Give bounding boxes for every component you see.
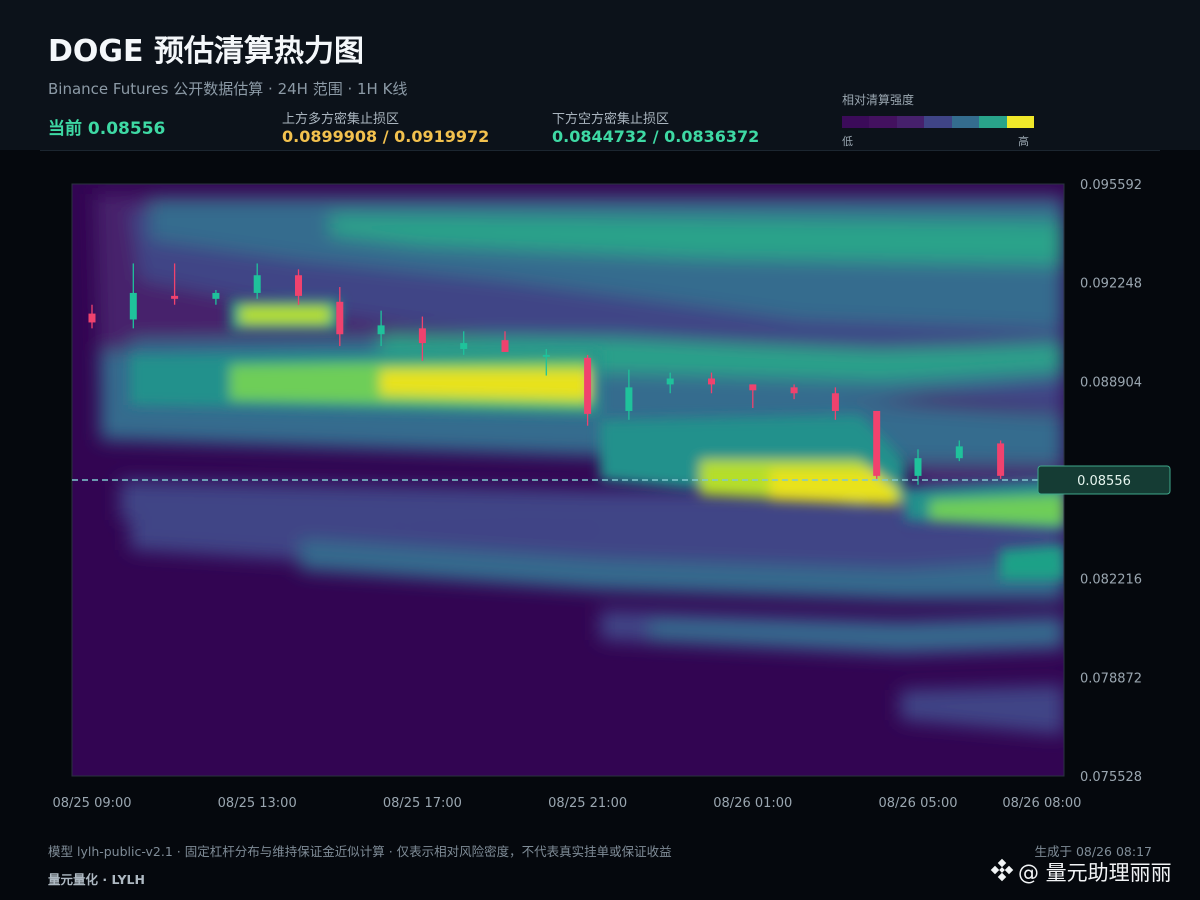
candle-body xyxy=(749,384,757,391)
x-tick-label: 08/25 21:00 xyxy=(548,796,627,811)
y-tick-label: 0.088904 xyxy=(1080,375,1142,390)
y-tick-label: 0.092248 xyxy=(1080,277,1142,292)
candle-body xyxy=(129,292,137,320)
candle-body xyxy=(295,275,302,296)
lower-zone-value: 0.0844732 / 0.0836372 xyxy=(552,127,760,146)
footer-brand: 量元量化 · LYLH xyxy=(48,872,145,887)
candle-body xyxy=(873,410,881,476)
legend-title: 相对清算强度 xyxy=(842,93,915,107)
candle-body xyxy=(253,275,261,293)
candle-body xyxy=(88,313,96,323)
x-tick-label: 08/25 17:00 xyxy=(383,796,462,811)
legend-color-scale xyxy=(842,116,1034,128)
x-tick-label: 08/25 09:00 xyxy=(52,796,131,811)
legend-low-label: 低 xyxy=(842,135,853,148)
candle-body xyxy=(542,354,550,357)
lower-zone-label: 下方空方密集止损区 xyxy=(552,112,670,127)
candle-body xyxy=(584,357,592,414)
candle-body xyxy=(790,387,798,394)
candle-body xyxy=(914,458,922,476)
candle xyxy=(997,440,1005,479)
candle-body xyxy=(831,393,839,411)
page-subtitle: Binance Futures 公开数据估算 · 24H 范围 · 1H K线 xyxy=(48,80,408,98)
liquidation-heatmap-chart: 0.0955920.0922480.0889040.0855600.082216… xyxy=(52,178,1171,811)
y-tick-label: 0.082216 xyxy=(1080,573,1142,588)
footer-note: 模型 lylh-public-v2.1 · 固定杠杆分布与维持保证金近似计算 ·… xyxy=(48,844,672,859)
candle-body xyxy=(212,292,220,299)
candle-body xyxy=(501,340,509,352)
binance-logo-icon xyxy=(990,858,1014,887)
candle-body xyxy=(377,325,385,335)
x-axis: 08/25 09:00 08/25 13:00 08/25 17:00 08/25 2… xyxy=(52,796,1081,811)
x-tick-label: 08/26 08:00 xyxy=(1002,796,1081,811)
y-tick-label: 0.078872 xyxy=(1080,671,1142,686)
upper-zone-label: 上方多方密集止损区 xyxy=(282,112,400,127)
x-tick-label: 08/26 05:00 xyxy=(878,796,957,811)
candle xyxy=(873,410,881,479)
watermark: @ 量元助理丽丽 xyxy=(990,857,1172,887)
header-panel: DOGE 预估清算热力图 Binance Futures 公开数据估算 · 24… xyxy=(0,0,1200,150)
y-tick-label: 0.075528 xyxy=(1080,770,1142,785)
x-tick-label: 08/25 13:00 xyxy=(218,796,297,811)
candle-body xyxy=(666,378,674,385)
candle-body xyxy=(625,387,633,411)
current-price-label: 当前 0.08556 xyxy=(48,119,166,139)
upper-zone-value: 0.0899908 / 0.0919972 xyxy=(282,127,490,146)
candle-body xyxy=(336,301,344,335)
legend-swatch-6 xyxy=(1006,116,1034,128)
candle-body xyxy=(955,446,963,459)
watermark-text: @ 量元助理丽丽 xyxy=(1018,861,1172,885)
x-tick-label: 08/26 01:00 xyxy=(713,796,792,811)
candle-body xyxy=(708,378,715,385)
legend-swatch-2 xyxy=(896,116,925,128)
legend-swatch-4 xyxy=(951,116,980,128)
candle-body xyxy=(997,443,1005,476)
y-tick-label: 0.095592 xyxy=(1080,178,1142,193)
legend-swatch-5 xyxy=(979,116,1007,128)
legend-swatch-3 xyxy=(924,116,952,128)
legend-swatch-0 xyxy=(842,116,870,128)
header-divider xyxy=(40,150,1160,151)
candle-body xyxy=(460,343,468,349)
legend-swatch-1 xyxy=(869,116,897,128)
current-price-marker-label: 0.08556 xyxy=(1077,474,1131,489)
legend-high-label: 高 xyxy=(1018,135,1029,148)
page-title: DOGE 预估清算热力图 xyxy=(48,34,364,69)
candle-body xyxy=(418,328,426,344)
candle-body xyxy=(171,295,179,299)
